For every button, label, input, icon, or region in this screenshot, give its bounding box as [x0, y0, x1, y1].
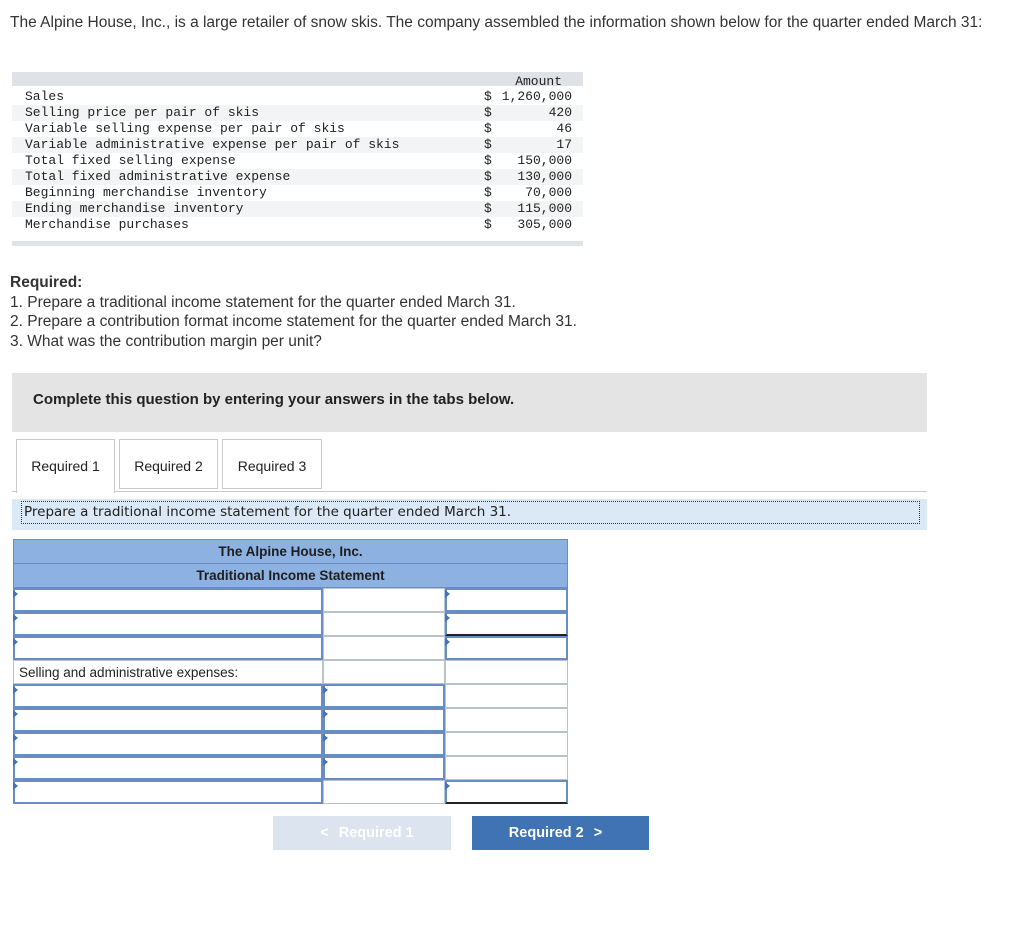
tab-required-3[interactable]: Required 3	[222, 439, 322, 489]
row-currency: $	[484, 105, 492, 120]
table-row: Selling price per pair of skis $ 420	[12, 105, 583, 121]
required-item: 3. What was the contribution margin per …	[10, 332, 322, 350]
next-tab-button[interactable]: Required 2 >	[472, 816, 649, 850]
total-input[interactable]	[445, 588, 568, 612]
line-item-input[interactable]	[13, 684, 323, 708]
row-label: Selling price per pair of skis	[25, 105, 260, 120]
total-cell	[445, 732, 568, 756]
statement-row	[13, 684, 568, 708]
chevron-left-icon: <	[320, 825, 329, 841]
row-value: 130,000	[517, 169, 572, 184]
banner-text: Complete this question by entering your …	[33, 391, 515, 408]
row-label: Ending merchandise inventory	[25, 201, 244, 216]
line-item-input[interactable]	[13, 612, 323, 636]
statement-row	[13, 636, 568, 660]
sga-label-cell: Selling and administrative expenses:	[13, 660, 323, 684]
statement-row: Selling and administrative expenses:	[13, 660, 568, 684]
row-label: Total fixed selling expense	[25, 153, 236, 168]
total-input[interactable]	[445, 636, 568, 660]
total-input[interactable]	[445, 780, 568, 804]
amount-input[interactable]	[323, 684, 445, 708]
tab-instruction: Prepare a traditional income statement f…	[12, 499, 927, 530]
statement-company-title: The Alpine House, Inc.	[13, 539, 568, 564]
row-value: 305,000	[517, 217, 572, 232]
row-value: 1,260,000	[501, 89, 572, 104]
row-currency: $	[484, 137, 492, 152]
statement-row	[13, 612, 568, 636]
amount-cell	[323, 780, 445, 804]
amount-input[interactable]	[323, 756, 445, 780]
row-label: Variable selling expense per pair of ski…	[25, 121, 345, 136]
amount-cell	[323, 636, 445, 660]
table-footer-bar	[12, 241, 583, 246]
row-value: 115,000	[517, 201, 572, 216]
row-label: Sales	[25, 89, 65, 104]
amount-input[interactable]	[323, 708, 445, 732]
total-input[interactable]	[445, 612, 568, 636]
prev-button-label: Required 1	[338, 825, 414, 841]
sga-label: Selling and administrative expenses:	[19, 665, 239, 680]
row-value: 70,000	[525, 185, 572, 200]
instructions-banner: Complete this question by entering your …	[12, 373, 927, 432]
problem-intro: The Alpine House, Inc., is a large retai…	[10, 14, 983, 31]
line-item-input[interactable]	[13, 756, 323, 780]
row-currency: $	[484, 201, 492, 216]
tab-divider	[12, 491, 927, 492]
table-row: Total fixed selling expense $ 150,000	[12, 153, 583, 169]
row-currency: $	[484, 169, 492, 184]
required-item: 1. Prepare a traditional income statemen…	[10, 293, 516, 311]
income-statement-form: The Alpine House, Inc. Traditional Incom…	[13, 539, 568, 804]
line-item-input[interactable]	[13, 588, 323, 612]
row-currency: $	[484, 121, 492, 136]
table-row: Merchandise purchases $ 305,000	[12, 217, 583, 233]
row-value: 46	[556, 121, 572, 136]
row-value: 150,000	[517, 153, 572, 168]
total-cell	[445, 708, 568, 732]
line-item-input[interactable]	[13, 780, 323, 804]
required-heading: Required:	[10, 274, 83, 291]
table-row: Variable administrative expense per pair…	[12, 137, 583, 153]
total-cell	[445, 660, 568, 684]
statement-row	[13, 756, 568, 780]
instruction-text: Prepare a traditional income statement f…	[24, 504, 512, 520]
required-section: Required: 1. Prepare a traditional incom…	[10, 273, 577, 351]
row-label: Merchandise purchases	[25, 217, 189, 232]
table-row: Ending merchandise inventory $ 115,000	[12, 201, 583, 217]
total-cell	[445, 756, 568, 780]
chevron-right-icon: >	[593, 825, 603, 841]
amount-column-header: Amount	[515, 74, 562, 89]
amount-input[interactable]	[323, 732, 445, 756]
statement-title: Traditional Income Statement	[13, 564, 568, 588]
row-label: Variable administrative expense per pair…	[25, 137, 400, 152]
line-item-input[interactable]	[13, 708, 323, 732]
statement-row	[13, 732, 568, 756]
table-row: Total fixed administrative expense $ 130…	[12, 169, 583, 185]
required-item: 2. Prepare a contribution format income …	[10, 313, 577, 330]
table-row: Sales $ 1,260,000	[12, 89, 583, 105]
line-item-input[interactable]	[13, 636, 323, 660]
prev-tab-button[interactable]: < Required 1	[273, 816, 451, 850]
row-value: 420	[548, 105, 572, 120]
tab-required-2[interactable]: Required 2	[119, 439, 218, 489]
statement-row	[13, 588, 568, 612]
line-item-input[interactable]	[13, 732, 323, 756]
amount-cell	[323, 660, 445, 684]
row-currency: $	[484, 217, 492, 232]
row-currency: $	[484, 89, 492, 104]
row-currency: $	[484, 153, 492, 168]
row-value: 17	[556, 137, 572, 152]
total-cell	[445, 684, 568, 708]
tab-required-1[interactable]: Required 1	[16, 439, 115, 493]
table-row: Beginning merchandise inventory $ 70,000	[12, 185, 583, 201]
row-label: Beginning merchandise inventory	[25, 185, 267, 200]
row-currency: $	[484, 185, 492, 200]
statement-row	[13, 708, 568, 732]
row-label: Total fixed administrative expense	[25, 169, 291, 184]
amount-cell	[323, 612, 445, 636]
next-button-label: Required 2	[508, 825, 584, 841]
amount-cell	[323, 588, 445, 612]
statement-row	[13, 780, 568, 804]
table-row: Variable selling expense per pair of ski…	[12, 121, 583, 137]
given-data-table: Amount Sales $ 1,260,000 Selling price p…	[12, 72, 583, 246]
